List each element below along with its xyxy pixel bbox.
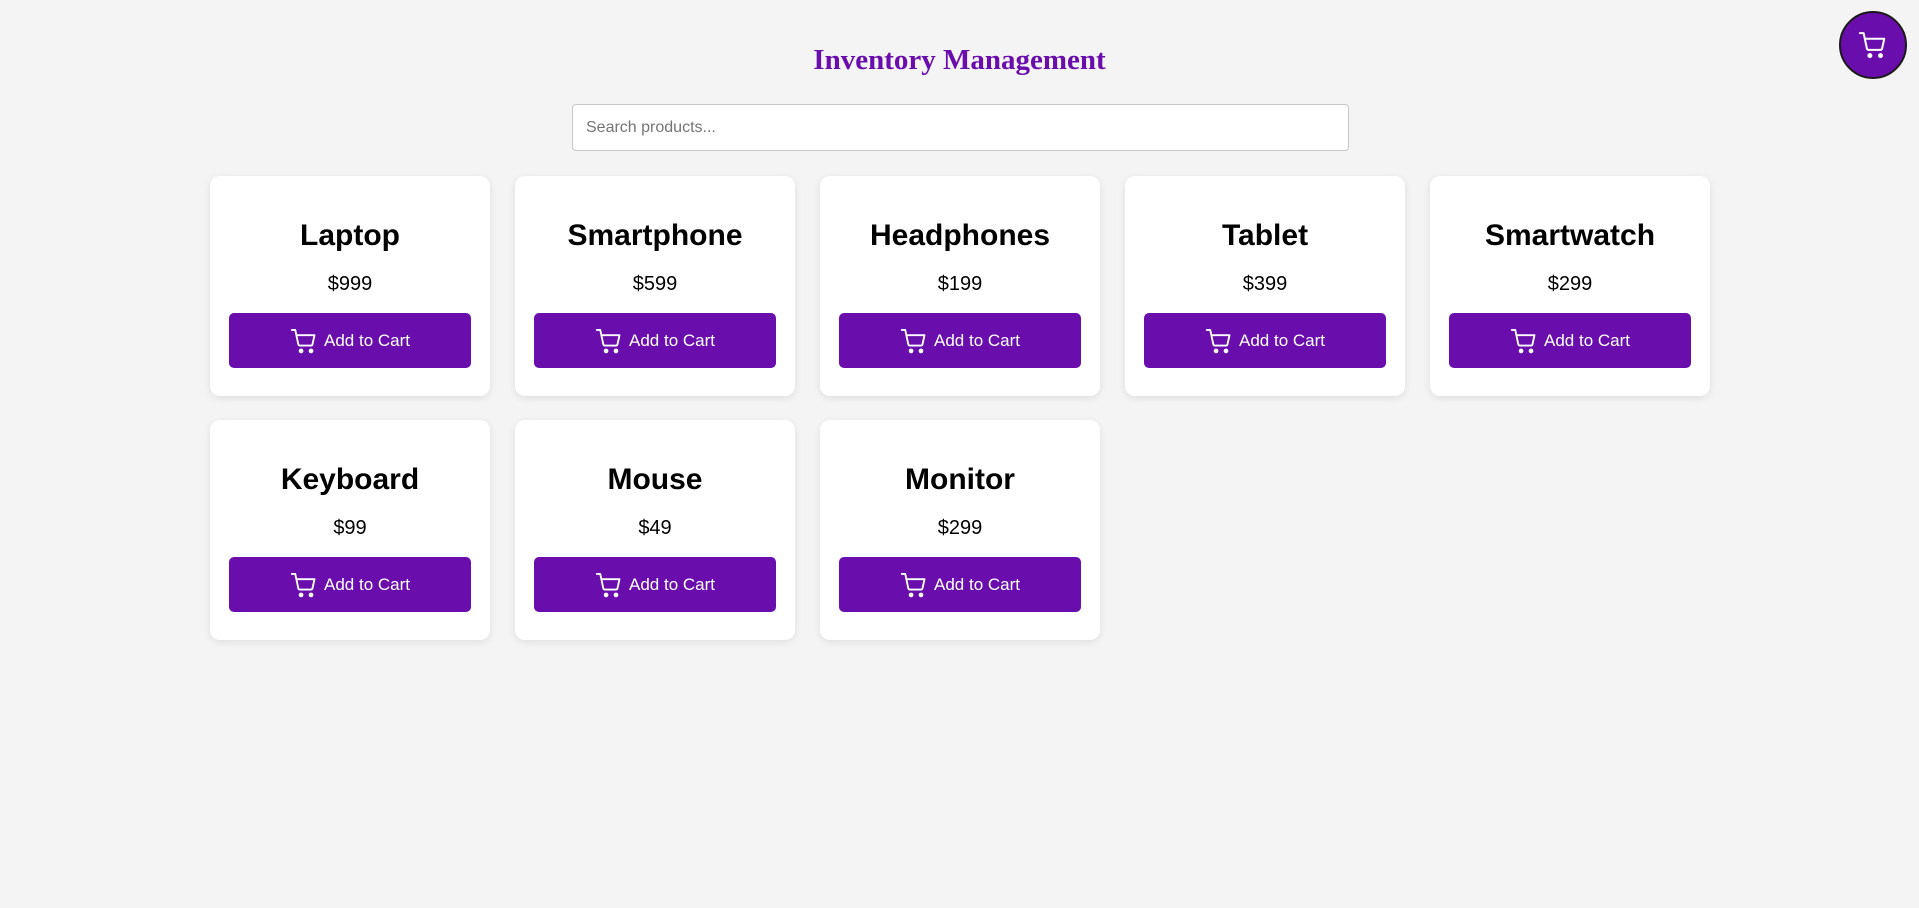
add-to-cart-label: Add to Cart <box>629 574 715 594</box>
cart-icon <box>900 572 926 597</box>
add-to-cart-label: Add to Cart <box>324 330 410 350</box>
add-to-cart-button[interactable]: Add to Cart <box>229 557 471 612</box>
page-title: Inventory Management <box>813 44 1106 76</box>
cart-icon <box>290 572 316 597</box>
product-price: $399 <box>1242 273 1288 295</box>
product-card: Keyboard $99 Add to Cart <box>210 420 490 640</box>
product-card: Monitor $299 Add to Cart <box>820 420 1100 640</box>
product-price: $599 <box>632 273 678 295</box>
product-card: Mouse $49 Add to Cart <box>515 420 795 640</box>
add-to-cart-button[interactable]: Add to Cart <box>839 557 1081 612</box>
cart-button[interactable] <box>1839 11 1907 79</box>
product-price: $299 <box>1547 273 1593 295</box>
product-name: Headphones <box>869 219 1051 252</box>
inventory-page: Inventory Management Laptop $999 Add to … <box>0 0 1919 908</box>
search-input[interactable] <box>572 104 1349 151</box>
product-name: Laptop <box>300 219 400 252</box>
product-price: $99 <box>333 517 367 539</box>
cart-icon <box>290 328 316 353</box>
product-price: $199 <box>937 273 983 295</box>
product-price: $49 <box>638 517 672 539</box>
product-name: Mouse <box>607 463 703 496</box>
add-to-cart-button[interactable]: Add to Cart <box>1144 313 1386 368</box>
add-to-cart-button[interactable]: Add to Cart <box>534 557 776 612</box>
cart-icon <box>900 328 926 353</box>
add-to-cart-label: Add to Cart <box>1544 330 1630 350</box>
product-name: Keyboard <box>280 463 420 496</box>
product-card: Headphones $199 Add to Cart <box>820 176 1100 396</box>
product-card: Laptop $999 Add to Cart <box>210 176 490 396</box>
cart-icon <box>595 572 621 597</box>
product-card: Tablet $399 Add to Cart <box>1125 176 1405 396</box>
product-card: Smartwatch $299 Add to Cart <box>1430 176 1710 396</box>
add-to-cart-button[interactable]: Add to Cart <box>229 313 471 368</box>
cart-icon <box>1205 328 1231 353</box>
add-to-cart-button[interactable]: Add to Cart <box>1449 313 1691 368</box>
product-name: Monitor <box>905 463 1015 496</box>
add-to-cart-label: Add to Cart <box>934 574 1020 594</box>
product-name: Smartphone <box>567 219 743 252</box>
product-grid: Laptop $999 Add to Cart Smartphone $599 … <box>210 176 1710 640</box>
add-to-cart-label: Add to Cart <box>1239 330 1325 350</box>
add-to-cart-label: Add to Cart <box>629 330 715 350</box>
cart-icon <box>1858 32 1886 59</box>
product-name: Smartwatch <box>1484 219 1656 252</box>
add-to-cart-button[interactable]: Add to Cart <box>534 313 776 368</box>
product-card: Smartphone $599 Add to Cart <box>515 176 795 396</box>
add-to-cart-button[interactable]: Add to Cart <box>839 313 1081 368</box>
product-price: $299 <box>937 517 983 539</box>
add-to-cart-label: Add to Cart <box>324 574 410 594</box>
product-name: Tablet <box>1221 219 1309 252</box>
cart-icon <box>1510 328 1536 353</box>
cart-icon <box>595 328 621 353</box>
add-to-cart-label: Add to Cart <box>934 330 1020 350</box>
product-price: $999 <box>327 273 373 295</box>
